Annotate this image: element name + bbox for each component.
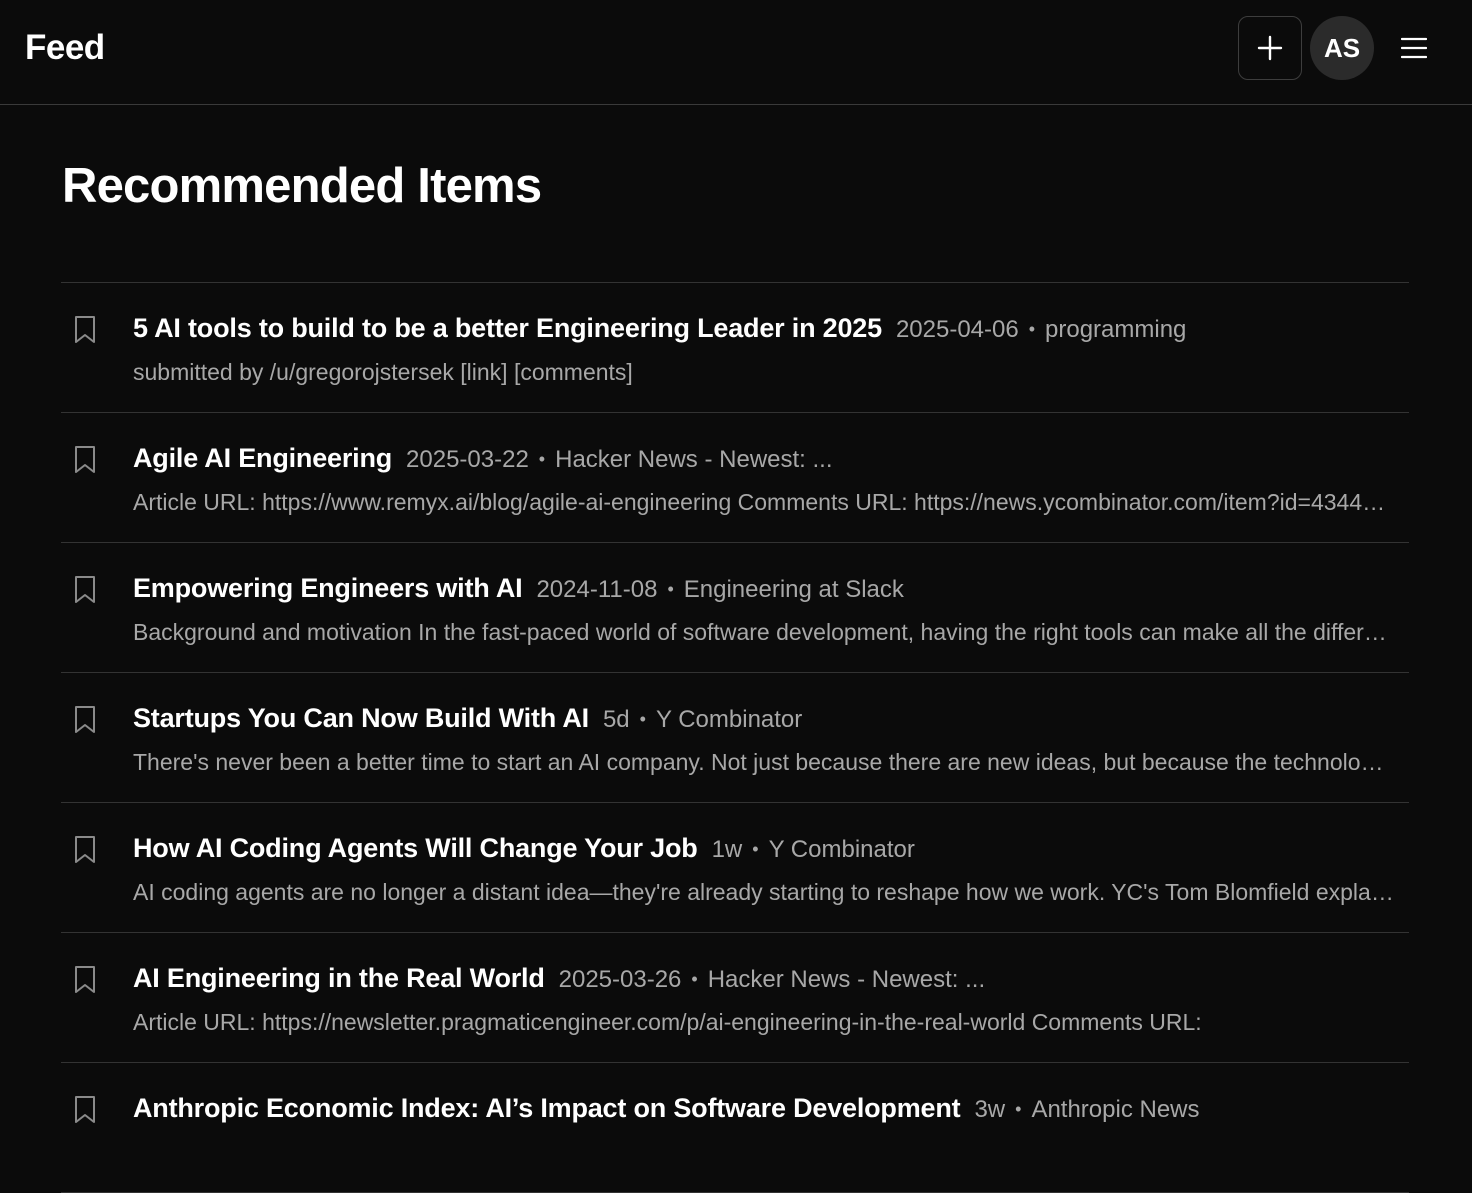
item-header: Anthropic Economic Index: AI’s Impact on… — [133, 1089, 1403, 1132]
item-header: Agile AI Engineering 2025-03-22 • Hacker Ne… — [133, 439, 1403, 482]
hamburger-menu-icon — [1401, 37, 1427, 59]
feed-item[interactable]: 5 AI tools to build to be a better Engin… — [61, 283, 1409, 413]
feed-item[interactable]: AI Engineering in the Real World 2025-03-… — [61, 933, 1409, 1063]
add-button[interactable] — [1238, 16, 1302, 80]
item-title[interactable]: How AI Coding Agents Will Change Your Jo… — [133, 833, 698, 863]
plus-icon — [1257, 35, 1283, 61]
item-date: 5d — [602, 706, 630, 733]
top-bar: Feed AS — [0, 0, 1472, 105]
feed-item[interactable]: Agile AI Engineering 2025-03-22 • Hacker Ne… — [61, 413, 1409, 543]
item-header: 5 AI tools to build to be a better Engin… — [133, 309, 1403, 352]
item-date: 1w — [711, 836, 743, 863]
bookmark-icon[interactable] — [73, 445, 97, 475]
item-source: Hacker News - Newest: ... — [555, 446, 833, 473]
item-header: How AI Coding Agents Will Change Your Jo… — [133, 829, 1403, 872]
feed-item[interactable]: How AI Coding Agents Will Change Your Jo… — [61, 803, 1409, 933]
bookmark-icon[interactable] — [73, 315, 97, 345]
item-header: Empowering Engineers with AI 2024-11-08 • E… — [133, 569, 1403, 612]
item-description: Background and motivation In the fast-pa… — [133, 619, 1395, 645]
menu-button[interactable] — [1392, 28, 1436, 68]
bookmark-icon[interactable] — [73, 575, 97, 605]
item-source: Y Combinator — [655, 706, 803, 733]
bookmark-icon[interactable] — [73, 705, 97, 735]
item-source: Y Combinator — [768, 836, 915, 863]
bookmark-icon[interactable] — [73, 965, 97, 995]
item-header: Startups You Can Now Build With AI 5d • Y C… — [133, 699, 1403, 742]
avatar[interactable]: AS — [1310, 16, 1374, 80]
item-date: 2025-04-06 — [895, 316, 1019, 343]
feed-item[interactable]: Empowering Engineers with AI 2024-11-08 • E… — [61, 543, 1409, 673]
item-title[interactable]: Agile AI Engineering — [133, 443, 392, 473]
item-date: 2025-03-22 — [406, 446, 529, 473]
separator-dot: • — [1028, 319, 1036, 339]
item-source: Engineering at Slack — [683, 576, 904, 603]
item-title[interactable]: Startups You Can Now Build With AI — [133, 703, 589, 733]
feed-item[interactable]: Startups You Can Now Build With AI 5d • Y C… — [61, 673, 1409, 803]
separator-dot: • — [639, 709, 646, 729]
separator-dot: • — [1015, 1099, 1022, 1119]
item-source: programming — [1045, 316, 1187, 343]
item-source: Anthropic News — [1031, 1096, 1200, 1123]
item-description: submitted by /u/gregorojstersek [link] [… — [133, 359, 633, 385]
separator-dot: • — [667, 579, 674, 599]
feed-item[interactable]: Anthropic Economic Index: AI’s Impact on… — [61, 1063, 1409, 1193]
item-title[interactable]: Anthropic Economic Index: AI’s Impact on… — [133, 1093, 961, 1123]
item-title[interactable]: 5 AI tools to build to be a better Engin… — [133, 313, 882, 343]
bookmark-icon[interactable] — [73, 1095, 97, 1125]
separator-dot: • — [752, 839, 759, 859]
separator-dot: • — [691, 969, 698, 989]
item-description: There's never been a better time to star… — [133, 749, 1395, 775]
item-title[interactable]: AI Engineering in the Real World — [133, 963, 545, 993]
item-date: 3w — [974, 1096, 1006, 1123]
item-description: AI coding agents are no longer a distant… — [133, 879, 1395, 905]
item-description: Article URL: https://www.remyx.ai/blog/a… — [133, 489, 1395, 515]
item-description: Article URL: https://newsletter.pragmati… — [133, 1009, 1202, 1035]
feed-list: 5 AI tools to build to be a better Engin… — [61, 282, 1409, 1193]
separator-dot: • — [538, 449, 546, 469]
item-date: 2025-03-26 — [558, 966, 682, 993]
item-date: 2024-11-08 — [536, 576, 658, 603]
item-title[interactable]: Empowering Engineers with AI — [133, 573, 523, 603]
item-header: AI Engineering in the Real World 2025-03-… — [133, 959, 1403, 1002]
bookmark-icon[interactable] — [73, 835, 97, 865]
page-title: Recommended Items — [62, 159, 542, 213]
item-source: Hacker News - Newest: ... — [707, 966, 986, 993]
app-title: Feed — [25, 28, 105, 67]
